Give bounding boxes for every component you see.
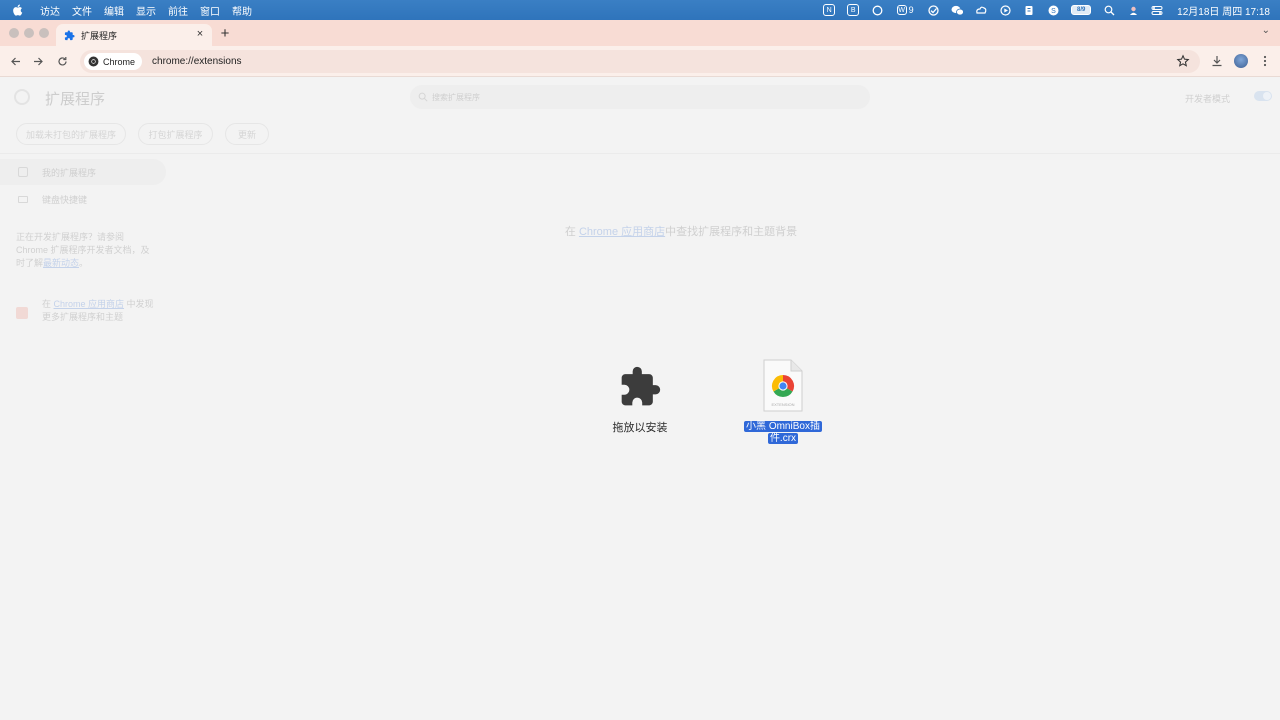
reload-icon[interactable] <box>55 54 69 68</box>
menu-bar-clock[interactable]: 12月18日 周四 17:18 <box>1177 3 1270 18</box>
extensions-logo-icon <box>14 89 30 105</box>
checkmark-circle-icon[interactable] <box>927 4 939 16</box>
crx-file-icon[interactable]: EXTENSION <box>761 359 803 413</box>
update-button[interactable]: 更新 <box>225 123 269 145</box>
developer-mode-label: 开发者模式 <box>1184 94 1230 104</box>
developer-mode-toggle[interactable] <box>1254 91 1272 101</box>
menu-bar-status-area: N B W9 S 8/9 12月18日 周四 17:18 <box>823 0 1270 20</box>
keyboard-icon <box>18 195 28 203</box>
new-tab-button[interactable]: + <box>218 25 232 42</box>
web-store-icon <box>16 307 28 319</box>
window-zoom-button[interactable] <box>39 28 49 38</box>
load-unpacked-button[interactable]: 加载未打包的扩展程序 <box>16 123 126 145</box>
chrome-logo-icon <box>88 56 99 67</box>
window-close-button[interactable] <box>9 28 19 38</box>
page-title: 扩展程序 <box>45 91 106 108</box>
menu-edit[interactable]: 编辑 <box>104 3 124 18</box>
url-text[interactable]: chrome://extensions <box>152 56 242 67</box>
sidebar-item-keyboard-shortcuts[interactable]: 键盘快捷键 <box>0 186 87 212</box>
bookmark-star-icon[interactable] <box>1176 54 1190 68</box>
pack-extension-button[interactable]: 打包扩展程序 <box>138 123 213 145</box>
cloud-sync-icon[interactable] <box>975 4 987 16</box>
web-store-sidebar-link[interactable]: Chrome 应用商店 <box>54 299 125 309</box>
address-bar[interactable]: Chrome chrome://extensions <box>80 50 1200 73</box>
extensions-icon <box>18 167 28 177</box>
svg-text:S: S <box>1051 8 1056 15</box>
wechat-icon[interactable] <box>951 4 964 16</box>
crx-file-name[interactable]: 小黑 OmniBox插件.crx <box>740 421 826 445</box>
user-switch-icon[interactable] <box>1127 4 1139 16</box>
site-info-chip[interactable]: Chrome <box>84 53 143 70</box>
app-s-icon[interactable]: S <box>1047 4 1059 16</box>
battery-icon[interactable]: 8/9 <box>1071 5 1092 15</box>
control-center-icon[interactable] <box>1151 4 1163 16</box>
browser-toolbar: Chrome chrome://extensions <box>0 46 1280 77</box>
sidebar-item-my-extensions[interactable]: 我的扩展程序 <box>0 159 166 185</box>
play-circle-icon[interactable] <box>999 4 1011 16</box>
tab-search-icon[interactable]: ⌄ <box>1262 25 1270 36</box>
download-icon[interactable] <box>1210 54 1224 68</box>
menu-help[interactable]: 帮助 <box>232 3 252 18</box>
tab-strip: 扩展程序 × + ⌄ <box>0 20 1280 46</box>
tab-close-icon[interactable]: × <box>194 28 206 40</box>
puzzle-icon <box>64 29 75 40</box>
drop-to-install-label: 拖放以安装 <box>612 422 668 434</box>
back-arrow-icon[interactable] <box>8 54 22 68</box>
circle-icon[interactable] <box>871 4 883 16</box>
tab-title: 扩展程序 <box>81 30 118 41</box>
file-badge-text: EXTENSION <box>771 402 794 407</box>
search-icon <box>418 92 428 102</box>
extensions-search-input[interactable]: 搜索扩展程序 <box>410 85 870 109</box>
menu-go[interactable]: 前往 <box>168 3 188 18</box>
menu-view[interactable]: 显示 <box>136 3 156 18</box>
menu-finder[interactable]: 访达 <box>40 3 60 18</box>
word-count-icon[interactable]: W9 <box>895 4 915 16</box>
search-icon[interactable] <box>1103 4 1115 16</box>
tab-extensions[interactable]: 扩展程序 × <box>56 24 212 46</box>
profile-avatar[interactable] <box>1234 54 1248 68</box>
empty-state-message: 在 Chrome 应用商店中查找扩展程序和主题背景 <box>564 226 798 238</box>
macos-menu-bar: 访达 文件 编辑 显示 前往 窗口 帮助 N B W9 S 8/9 12月18日… <box>0 0 1280 20</box>
clipboard-icon[interactable] <box>1023 4 1035 16</box>
window-minimize-button[interactable] <box>24 28 34 38</box>
search-placeholder: 搜索扩展程序 <box>432 92 480 102</box>
menu-window[interactable]: 窗口 <box>200 3 220 18</box>
sidebar-item-label: 键盘快捷键 <box>42 194 88 205</box>
web-store-note: 在 Chrome 应用商店 中发现更多扩展程序和主题 <box>42 299 154 322</box>
web-store-link[interactable]: Chrome 应用商店 <box>579 226 665 238</box>
latest-news-link[interactable]: 最新动态 <box>43 258 79 268</box>
header-divider <box>0 153 1280 154</box>
forward-arrow-icon[interactable] <box>31 54 45 68</box>
menu-file[interactable]: 文件 <box>72 3 92 18</box>
puzzle-icon <box>621 366 661 406</box>
sidebar-item-label: 我的扩展程序 <box>42 167 97 178</box>
notion-icon[interactable]: N <box>823 4 836 16</box>
more-menu-icon[interactable] <box>1258 54 1272 68</box>
app-b-icon[interactable]: B <box>847 4 860 16</box>
apple-icon[interactable] <box>12 4 28 16</box>
site-chip-label: Chrome <box>103 56 136 67</box>
